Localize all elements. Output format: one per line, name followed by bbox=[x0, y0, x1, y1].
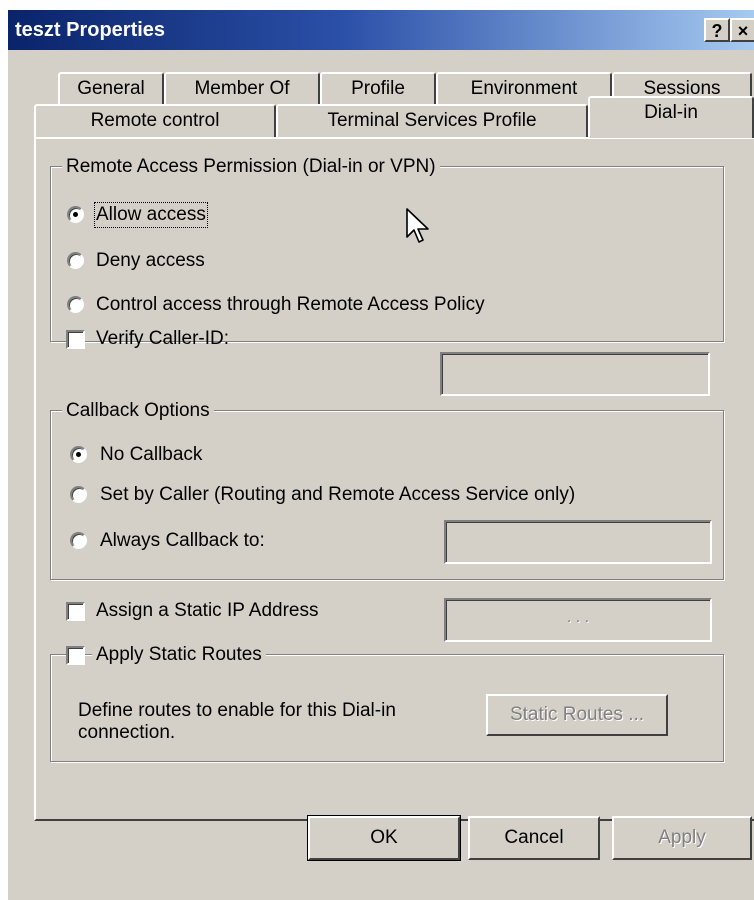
static-ip-label[interactable]: Assign a Static IP Address bbox=[96, 600, 319, 622]
static-routes-description-line1: Define routes to enable for this Dial-in bbox=[78, 700, 396, 721]
always-callback-label[interactable]: Always Callback to: bbox=[100, 530, 265, 552]
tab-general[interactable]: General bbox=[58, 72, 164, 106]
cancel-button[interactable]: Cancel bbox=[468, 816, 600, 860]
callback-options-legend: Callback Options bbox=[62, 400, 214, 422]
deny-access-radio[interactable] bbox=[67, 252, 84, 269]
no-callback-label[interactable]: No Callback bbox=[100, 444, 202, 466]
set-by-caller-label[interactable]: Set by Caller (Routing and Remote Access… bbox=[100, 484, 575, 506]
static-ip-address-field[interactable]: . . . bbox=[444, 598, 712, 642]
static-routes-description-line2: connection. bbox=[78, 722, 176, 743]
tab-terminal-services-profile[interactable]: Terminal Services Profile bbox=[276, 104, 588, 138]
tab-remote-control[interactable]: Remote control bbox=[34, 104, 276, 138]
tab-member-of[interactable]: Member Of bbox=[164, 72, 320, 106]
static-routes-label[interactable]: Apply Static Routes bbox=[92, 644, 266, 666]
callback-number-input[interactable] bbox=[444, 520, 712, 564]
window-title: teszt Properties bbox=[15, 19, 166, 41]
set-by-caller-radio[interactable] bbox=[70, 486, 87, 503]
close-button[interactable]: × bbox=[730, 18, 754, 42]
tab-dial-in[interactable]: Dial-in bbox=[588, 96, 754, 138]
title-bar[interactable]: teszt Properties ? × bbox=[8, 10, 754, 50]
always-callback-radio[interactable] bbox=[70, 532, 87, 549]
remote-access-legend: Remote Access Permission (Dial-in or VPN… bbox=[62, 156, 440, 178]
tab-environment[interactable]: Environment bbox=[436, 72, 612, 106]
static-routes-checkbox[interactable] bbox=[66, 646, 85, 665]
allow-access-radio[interactable] bbox=[67, 206, 84, 223]
help-button[interactable]: ? bbox=[704, 18, 730, 42]
verify-caller-id-label[interactable]: Verify Caller-ID: bbox=[96, 328, 229, 350]
apply-button[interactable]: Apply bbox=[612, 816, 752, 860]
no-callback-radio[interactable] bbox=[70, 446, 87, 463]
ok-button[interactable]: OK bbox=[307, 815, 461, 861]
caller-id-input[interactable] bbox=[440, 352, 710, 396]
allow-access-label[interactable]: Allow access bbox=[94, 202, 208, 228]
deny-access-label[interactable]: Deny access bbox=[96, 250, 205, 272]
mouse-pointer-icon bbox=[406, 208, 429, 243]
static-ip-checkbox[interactable] bbox=[66, 602, 85, 621]
policy-access-label[interactable]: Control access through Remote Access Pol… bbox=[96, 294, 485, 316]
tab-profile[interactable]: Profile bbox=[320, 72, 436, 106]
verify-caller-id-checkbox[interactable] bbox=[66, 330, 85, 349]
policy-access-radio[interactable] bbox=[67, 296, 84, 313]
static-routes-button[interactable]: Static Routes ... bbox=[486, 694, 668, 736]
properties-dialog: teszt Properties ? × General Member Of P… bbox=[8, 10, 754, 900]
